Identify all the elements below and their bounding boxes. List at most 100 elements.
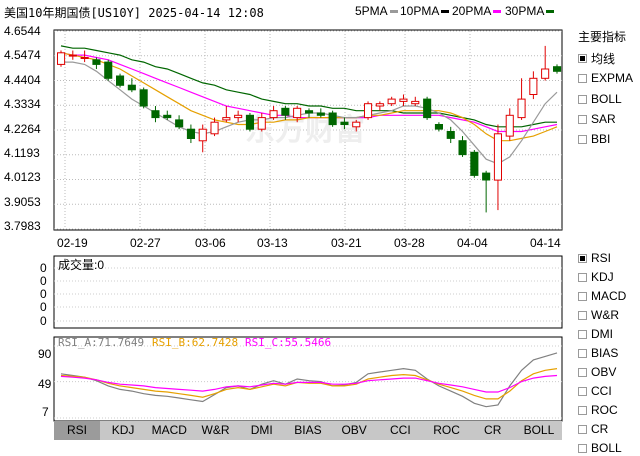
checkbox-icon <box>578 54 587 63</box>
candle-up <box>57 52 66 65</box>
price-tick: 4.5474 <box>4 48 41 62</box>
tab-cci[interactable]: CCI <box>377 421 423 440</box>
tab-boll[interactable]: BOLL <box>516 421 562 440</box>
checkbox-icon <box>578 73 587 83</box>
sidebar-item-boll[interactable]: BOLL <box>578 92 622 106</box>
rsi-tick: 49 <box>38 377 52 391</box>
candle-down <box>458 140 467 156</box>
candle-down <box>553 66 562 72</box>
candle-down <box>127 84 136 91</box>
candle-up <box>387 98 396 105</box>
sidebar-item-roc[interactable]: ROC <box>578 403 618 417</box>
checkbox-icon <box>578 329 587 339</box>
sidebar-item-bias[interactable]: BIAS <box>578 346 618 360</box>
tab-cr[interactable]: CR <box>470 421 516 440</box>
checkbox-icon <box>578 386 587 396</box>
sidebar-item-sar[interactable]: SAR <box>578 112 616 126</box>
rsi-panel-frame <box>53 336 563 422</box>
candle-up <box>541 68 550 79</box>
checkbox-icon <box>578 134 587 144</box>
candle-down <box>139 89 148 107</box>
checkbox-icon <box>578 443 587 453</box>
tab-roc[interactable]: ROC <box>423 421 469 440</box>
checkbox-icon <box>578 114 587 124</box>
sidebar-item-dmi[interactable]: DMI <box>578 327 613 341</box>
tab-rsi[interactable]: RSI <box>54 421 100 440</box>
volume-tick: 0 <box>40 300 47 314</box>
candle-down <box>175 119 184 128</box>
price-tick: 3.7983 <box>4 219 41 233</box>
sidebar-item-kdj[interactable]: KDJ <box>578 270 614 284</box>
candle-up <box>375 103 384 107</box>
tab-wr[interactable]: W&R <box>192 421 238 440</box>
checkbox-icon <box>578 94 587 104</box>
date-tick: 03-13 <box>257 236 288 250</box>
candle-down <box>104 61 113 79</box>
candle-down <box>186 128 195 139</box>
candle-down <box>245 114 254 130</box>
tab-bias[interactable]: BIAS <box>285 421 331 440</box>
candle-down <box>482 172 491 181</box>
tab-dmi[interactable]: DMI <box>239 421 285 440</box>
ma20-legend-swatch <box>493 10 502 14</box>
indicator-tab-bar: RSI KDJ MACD W&R DMI BIAS OBV CCI ROC CR… <box>54 421 562 440</box>
sidebar-item-macd[interactable]: MACD <box>578 289 626 303</box>
candle-down <box>328 112 337 126</box>
sidebar-item-cci[interactable]: CCI <box>578 384 612 398</box>
candle-up <box>222 117 231 121</box>
candle-down <box>316 112 325 116</box>
sidebar-item-expma[interactable]: EXPMA <box>578 71 633 85</box>
candle-down <box>151 110 160 119</box>
date-tick: 04-14 <box>530 236 561 250</box>
price-tick: 4.1193 <box>4 146 40 160</box>
tab-obv[interactable]: OBV <box>331 421 377 440</box>
candle-up <box>493 133 502 181</box>
candle-up <box>529 77 538 96</box>
tab-kdj[interactable]: KDJ <box>100 421 146 440</box>
price-tick: 3.9053 <box>4 195 41 209</box>
candle-up <box>399 98 408 102</box>
sidebar-item-cr[interactable]: CR <box>578 422 608 436</box>
sidebar-item-bbi[interactable]: BBI <box>578 132 610 146</box>
date-tick: 03-21 <box>331 236 362 250</box>
candle-up <box>411 100 420 105</box>
main-indicator-title: 主要指标 <box>578 30 627 44</box>
sidebar-item-obv[interactable]: OBV <box>578 365 616 379</box>
price-tick: 4.2264 <box>4 122 41 136</box>
candle-down <box>340 121 349 125</box>
rsi-tick: 90 <box>38 347 52 361</box>
ma30-legend-swatch <box>546 10 555 14</box>
candle-down <box>116 75 125 86</box>
rsi-a-label: RSI_A:71.7649 <box>58 336 145 349</box>
candle-up <box>293 107 302 119</box>
candle-up <box>352 121 361 128</box>
candle-up <box>269 110 278 119</box>
checkbox-icon <box>578 348 587 358</box>
tab-macd[interactable]: MACD <box>146 421 192 440</box>
volume-panel-frame <box>53 255 563 329</box>
date-tick: 03-06 <box>195 236 226 250</box>
sidebar-item-wr[interactable]: W&R <box>578 308 619 322</box>
price-tick: 4.4404 <box>4 73 41 87</box>
candle-up <box>517 98 526 119</box>
checkbox-icon <box>578 310 587 320</box>
candle-up <box>505 114 514 137</box>
candle-down <box>163 114 172 119</box>
candle-down <box>423 98 432 119</box>
ma20-legend: 20PMA <box>452 4 502 18</box>
candle-up <box>80 57 89 59</box>
chart-canvas: 东方财富 <box>53 29 563 422</box>
rsi-c-label: RSI_C:55.5466 <box>245 336 332 349</box>
checkbox-icon <box>578 367 587 377</box>
checkbox-icon <box>578 291 587 301</box>
ma10-legend: 10PMA <box>400 4 450 18</box>
sidebar-item-ma[interactable]: 均线 <box>578 50 615 67</box>
candle-up <box>234 114 243 119</box>
rsi-b-label: RSI_B:62.7428 <box>152 336 239 349</box>
chart-title: 美国10年期国债[US10Y] 2025-04-14 12:08 <box>4 6 264 20</box>
date-tick: 02-27 <box>130 236 161 250</box>
sidebar-item-boll-indicator[interactable]: BOLL <box>578 441 622 455</box>
volume-tick: 0 <box>40 261 47 275</box>
sidebar-item-rsi[interactable]: RSI <box>578 251 611 265</box>
checkbox-icon <box>578 253 587 263</box>
